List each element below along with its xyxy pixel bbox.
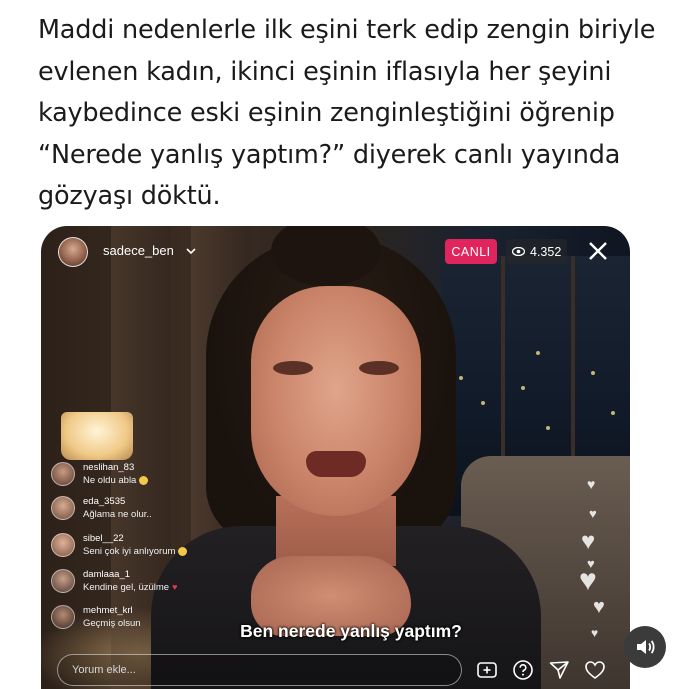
city-light	[481, 401, 485, 405]
comment-message: Ne oldu abla	[83, 474, 149, 487]
comment-username[interactable]: neslihan_83	[83, 462, 148, 474]
viewer-count: 4.352	[530, 244, 562, 259]
person-mouth	[306, 451, 366, 477]
heart-icon: ♥	[587, 476, 596, 492]
city-light	[611, 411, 615, 415]
live-badge: CANLI	[445, 239, 497, 264]
heart-icon: ♥	[581, 528, 596, 555]
comment-item: damlaaa_1 Kendine gel, üzülme ♥	[51, 569, 177, 594]
comment-message: Geçmiş olsun	[83, 618, 141, 629]
comment-username[interactable]: damlaaa_1	[83, 569, 177, 581]
speaker-icon	[637, 640, 655, 654]
like-icon[interactable]	[584, 659, 606, 681]
heart-icon: ♥	[589, 506, 597, 521]
broken-heart-emoji-icon: ♥	[172, 582, 178, 592]
comment-item: eda_3535 Ağlama ne olur..	[51, 496, 152, 521]
city-light	[591, 371, 595, 375]
send-icon[interactable]	[548, 659, 570, 681]
sad-face-emoji-icon	[139, 475, 149, 485]
heart-icon: ♥	[579, 564, 597, 597]
comment-item: sibel__22 Seni çok iyi anlıyorum	[51, 533, 188, 558]
heart-icon: ♥	[591, 626, 599, 640]
post-headline: Maddi nedenlerle ilk eşini terk edip zen…	[38, 15, 656, 211]
lamp	[61, 412, 133, 460]
video-subtitle: Ben nerede yanlış yaptım?	[240, 621, 462, 641]
heart-icon: ♥	[593, 596, 605, 618]
comment-avatar[interactable]	[51, 569, 75, 593]
live-stream-frame[interactable]: sadece_ben CANLI 4.352 neslihan_83 Ne ol…	[41, 226, 630, 689]
comment-avatar[interactable]	[51, 533, 75, 557]
comment-avatar[interactable]	[51, 496, 75, 520]
comment-username[interactable]: mehmet_krl	[83, 605, 141, 617]
person-eye	[359, 361, 399, 375]
close-icon[interactable]	[587, 240, 609, 262]
comment-input[interactable]: Yorum ekle...	[57, 654, 462, 686]
city-light	[546, 426, 550, 430]
viewer-count-badge: 4.352	[506, 239, 568, 264]
audio-toggle-button[interactable]	[624, 626, 666, 668]
comment-avatar[interactable]	[51, 462, 75, 486]
person-face	[251, 286, 421, 516]
add-video-icon[interactable]	[476, 659, 498, 681]
comment-message: Kendine gel, üzülme ♥	[83, 582, 178, 593]
question-icon[interactable]	[512, 659, 534, 681]
host-username[interactable]: sadece_ben	[103, 243, 174, 258]
comment-item: mehmet_krl Geçmiş olsun	[51, 605, 141, 630]
comment-username[interactable]: eda_3535	[83, 496, 152, 508]
floating-hearts: ♥ ♥ ♥ ♥ ♥ ♥ ♥	[571, 476, 621, 646]
chevron-down-icon[interactable]	[185, 245, 197, 257]
eye-icon	[512, 247, 525, 256]
city-light	[521, 386, 525, 390]
comment-message: Ağlama ne olur..	[83, 509, 152, 520]
person-eye	[273, 361, 313, 375]
sad-face-emoji-icon	[178, 546, 188, 556]
comment-message: Seni çok iyi anlıyorum	[83, 545, 188, 558]
comment-avatar[interactable]	[51, 605, 75, 629]
city-light	[536, 351, 540, 355]
comment-item: neslihan_83 Ne oldu abla	[51, 462, 149, 487]
comment-username[interactable]: sibel__22	[83, 533, 187, 545]
city-light	[459, 376, 463, 380]
host-avatar[interactable]	[58, 237, 88, 267]
